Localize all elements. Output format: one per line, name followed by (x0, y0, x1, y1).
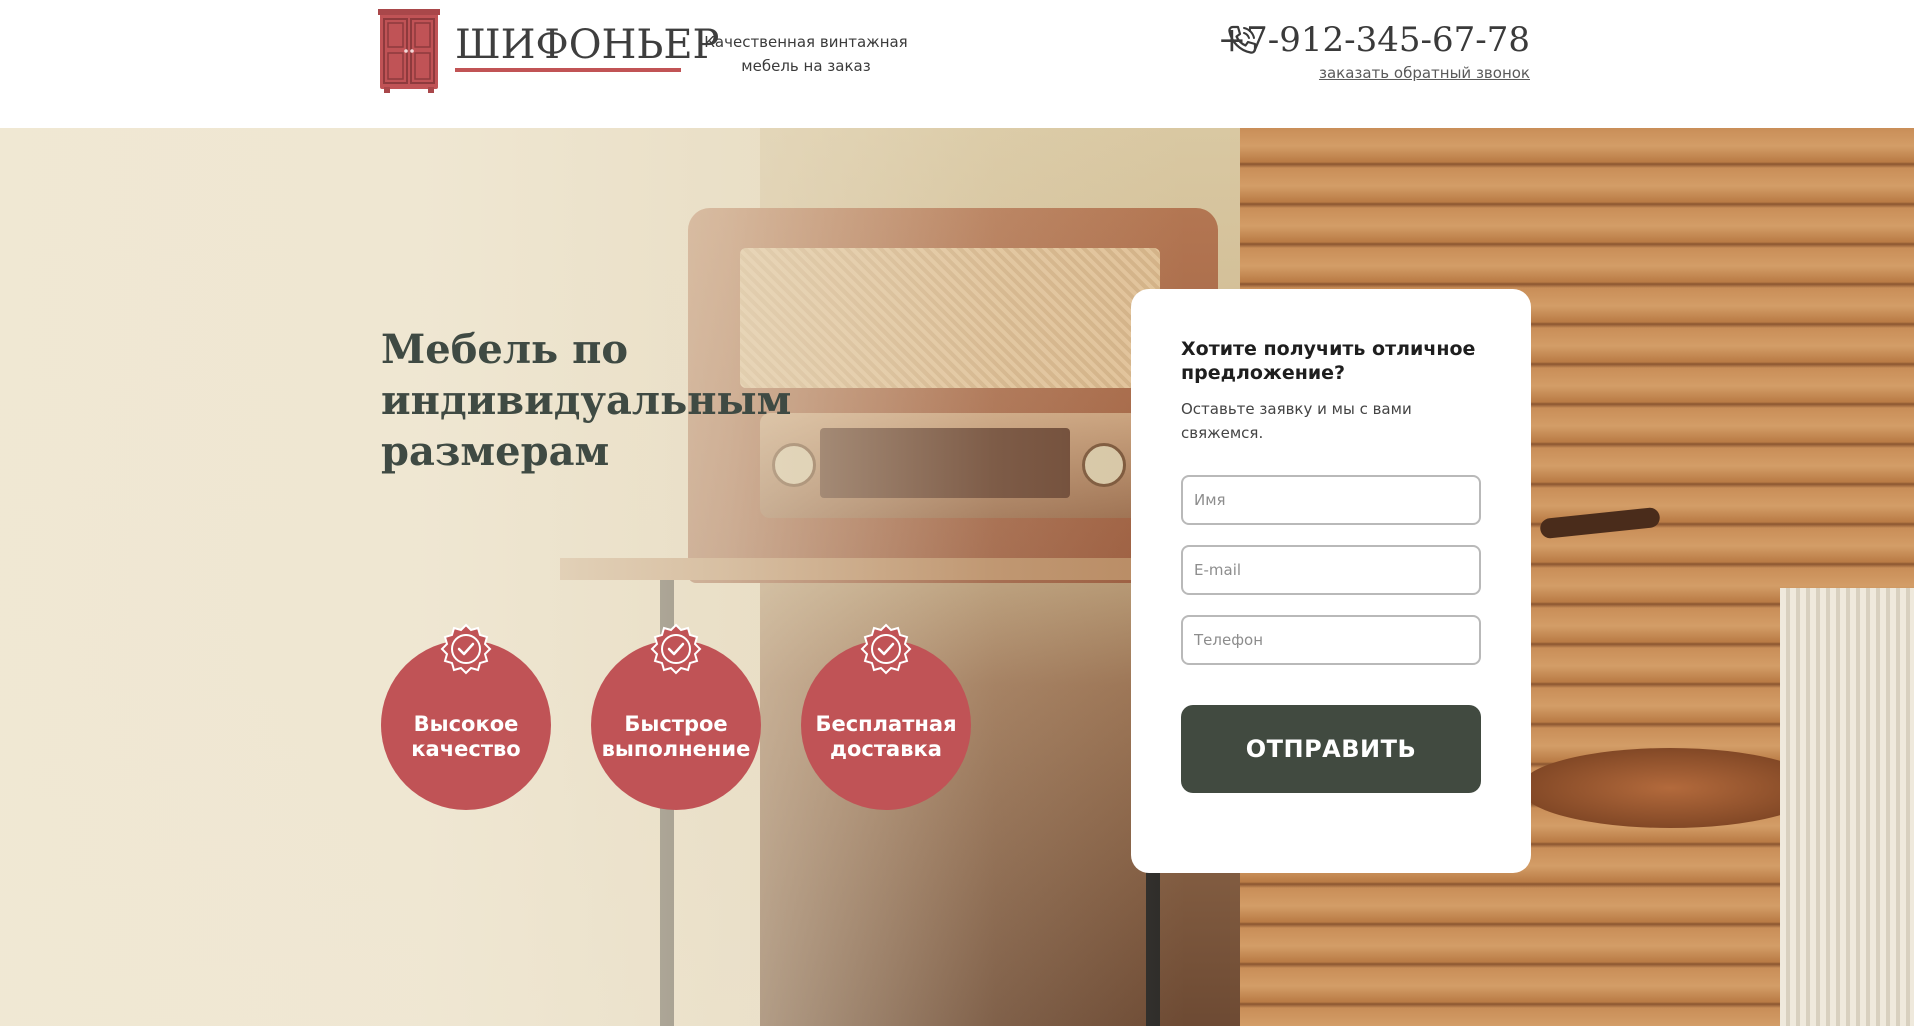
callback-link[interactable]: заказать обратный звонок (1319, 64, 1530, 82)
hero-section: Мебель по индивидуальным размерам Высоко… (0, 128, 1914, 1026)
feature-quality: Высокое качество (381, 623, 551, 810)
wardrobe-icon[interactable] (378, 7, 440, 93)
hero-title: Мебель по индивидуальным размерам (381, 326, 792, 475)
logo-text[interactable]: ШИФОНЬЕР (455, 22, 719, 68)
name-input[interactable] (1181, 475, 1481, 525)
form-subtitle: Оставьте заявку и мы с вами свяжемся. (1181, 400, 1412, 442)
feature-label: Высокое качество (411, 712, 521, 761)
submit-button[interactable]: ОТПРАВИТЬ (1181, 705, 1481, 793)
hero-background-fade (0, 128, 1914, 1026)
request-form-card: Хотите получить отличное предложение? Ос… (1131, 289, 1531, 873)
feature-free-delivery: Бесплатная доставка (801, 623, 971, 810)
email-input[interactable] (1181, 545, 1481, 595)
site-tagline: Качественная винтажная мебель на заказ (704, 33, 908, 75)
logo-underline (455, 68, 681, 72)
site-header: ШИФОНЬЕР Качественная винтажная мебель н… (0, 0, 1914, 128)
form-title: Хотите получить отличное предложение? (1181, 338, 1476, 384)
phone-input[interactable] (1181, 615, 1481, 665)
check-badge-icon (860, 623, 912, 675)
feature-speed: Быстрое выполнение (591, 623, 761, 810)
phone-number[interactable]: +7-912-345-67-78 (1218, 18, 1530, 62)
check-badge-icon (440, 623, 492, 675)
feature-label: Бесплатная доставка (815, 712, 957, 761)
check-badge-icon (650, 623, 702, 675)
feature-label: Быстрое выполнение (601, 712, 751, 761)
